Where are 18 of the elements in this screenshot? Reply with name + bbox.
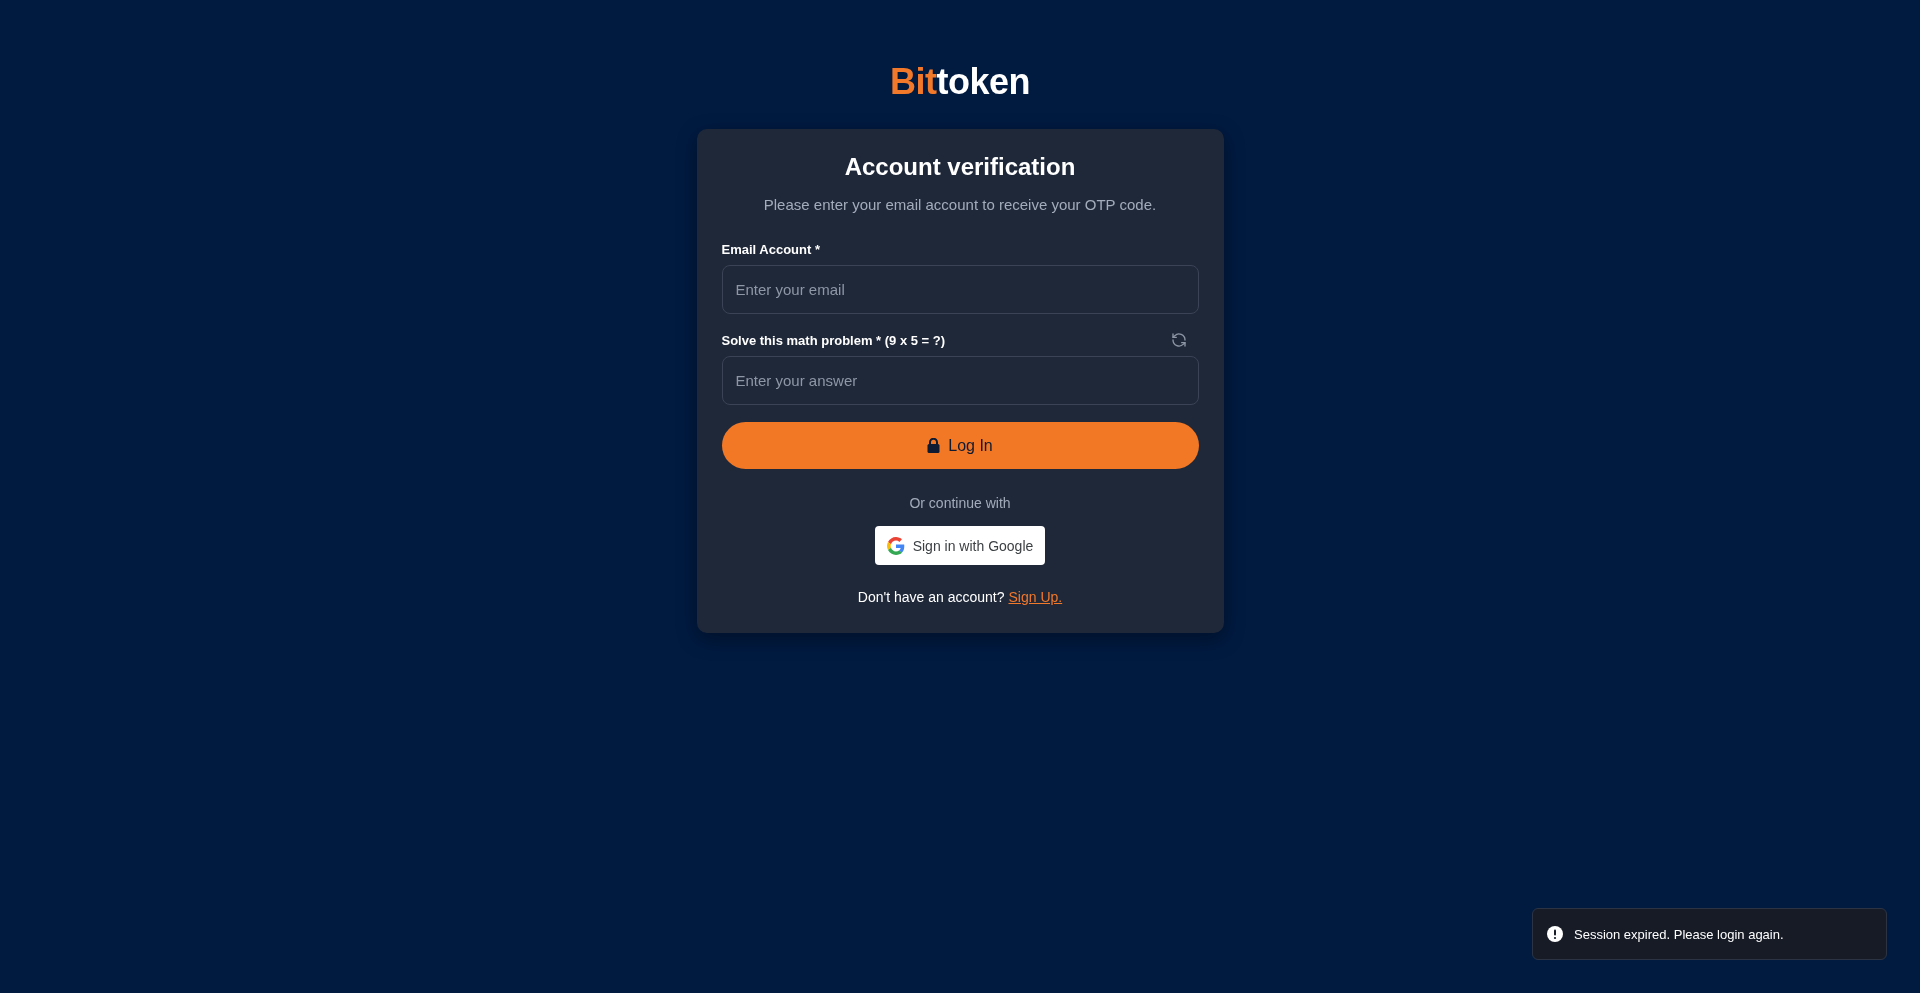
- lock-icon: [927, 438, 941, 453]
- refresh-icon: [1170, 332, 1187, 348]
- signup-link[interactable]: Sign Up.: [1008, 589, 1063, 605]
- answer-field[interactable]: Enter your answer: [721, 356, 1199, 405]
- divider-text: Or continue with: [908, 495, 1012, 511]
- card-title: Account verification: [843, 152, 1077, 182]
- email-field[interactable]: Enter your email: [721, 265, 1199, 314]
- refresh-button[interactable]: [1170, 332, 1187, 348]
- google-signin-button[interactable]: Sign in with Google: [874, 526, 1046, 565]
- login-button[interactable]: Log In: [721, 422, 1199, 469]
- google-icon: [886, 536, 905, 555]
- alert-icon: [1547, 926, 1563, 942]
- toast-message: Session expired. Please login again.: [1574, 926, 1784, 942]
- signup-prompt: Don't have an account?: [857, 589, 1005, 605]
- logo-text: Bittoken: [890, 60, 1030, 104]
- field-label: Email Account *: [721, 242, 820, 257]
- card-subtitle: Please enter your email account to receive your OTP code.: [762, 195, 1158, 215]
- field-label: Solve this math problem * (9 x 5 = ?): [721, 333, 946, 348]
